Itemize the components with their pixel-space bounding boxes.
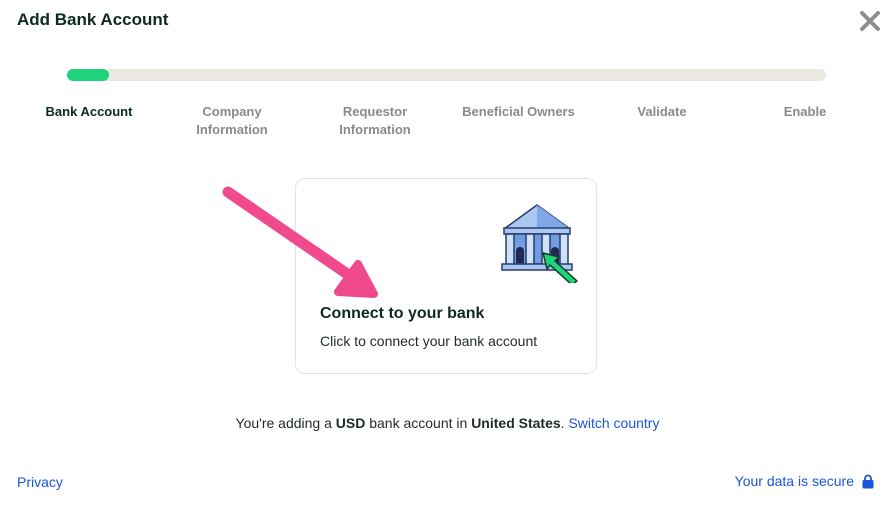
data-secure-link[interactable]: Your data is secure (735, 473, 874, 489)
currency-code: USD (335, 415, 366, 431)
privacy-link[interactable]: Privacy (17, 474, 63, 490)
progress-bar (67, 69, 826, 81)
card-subtitle: Click to connect your bank account (320, 333, 538, 349)
data-secure-label: Your data is secure (734, 473, 854, 489)
country-prefix: You're adding a (235, 415, 336, 431)
step-requestor-information: Requestor Information (339, 104, 411, 137)
step-company-information: Company Information (196, 104, 268, 137)
step-enable: Enable (783, 104, 827, 119)
close-icon[interactable] (857, 8, 883, 34)
bank-icon (501, 204, 578, 283)
country-middle: bank account in (365, 415, 472, 431)
annotation-arrow-icon (222, 186, 378, 298)
step-beneficial-owners: Beneficial Owners (462, 104, 575, 119)
progress-fill (67, 69, 109, 81)
step-validate: Validate (637, 104, 687, 119)
add-bank-account-modal: Add Bank Account Bank Account Company In… (0, 0, 895, 522)
country-suffix: . (560, 415, 565, 431)
switch-country-link[interactable]: Switch country (568, 415, 659, 431)
country-name: United States (471, 415, 561, 431)
lock-icon (862, 474, 874, 488)
step-bank-account: Bank Account (45, 104, 133, 119)
country-info: You're adding a USD bank account in Unit… (0, 415, 895, 431)
modal-title: Add Bank Account (17, 10, 169, 29)
